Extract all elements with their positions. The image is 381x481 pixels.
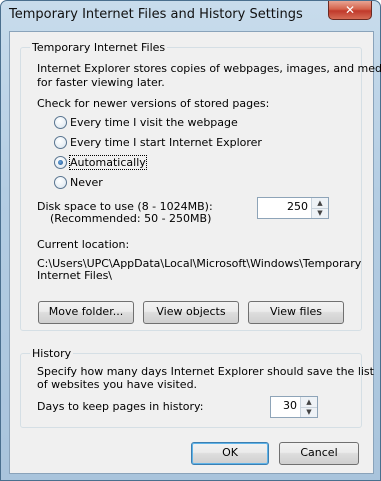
radio-automatically-label[interactable]: Automatically: [69, 155, 147, 170]
history-days-stepper[interactable]: 30 ▲ ▼: [270, 396, 318, 418]
check-newer-label: Check for newer versions of stored pages…: [37, 97, 270, 110]
history-description-line2: of websites you have visited.: [37, 378, 198, 391]
disk-space-recommended-label: (Recommended: 50 - 250MB): [50, 212, 212, 225]
disk-space-value[interactable]: 250: [287, 200, 308, 213]
disk-space-down-button[interactable]: ▼: [312, 208, 328, 218]
ok-button[interactable]: OK: [191, 442, 269, 465]
history-days-arrows: ▲ ▼: [300, 397, 317, 417]
history-days-value[interactable]: 30: [283, 399, 297, 412]
current-location-label: Current location:: [37, 238, 130, 251]
dialog-window: Temporary Internet Files and History Set…: [0, 0, 381, 481]
radio-every-visit[interactable]: [54, 116, 67, 129]
temp-files-description-line2: for faster viewing later.: [37, 76, 165, 89]
history-group-label: History: [30, 347, 74, 360]
chevron-up-icon: ▲: [317, 199, 323, 207]
title-bar[interactable]: Temporary Internet Files and History Set…: [1, 1, 380, 31]
close-icon: ✕: [344, 3, 356, 17]
move-folder-button-label: Move folder...: [48, 305, 124, 318]
temp-files-description-line1: Internet Explorer stores copies of webpa…: [37, 62, 381, 75]
ok-button-label: OK: [222, 446, 238, 459]
temp-files-group-label: Temporary Internet Files: [30, 41, 168, 54]
temp-files-group: [20, 47, 362, 331]
radio-every-start[interactable]: [54, 136, 67, 149]
disk-space-stepper[interactable]: 250 ▲ ▼: [257, 197, 329, 219]
window-title: Temporary Internet Files and History Set…: [9, 7, 303, 22]
view-files-button[interactable]: View files: [248, 301, 344, 324]
view-objects-button[interactable]: View objects: [143, 301, 239, 324]
chevron-down-icon: ▼: [306, 408, 312, 416]
history-days-label: Days to keep pages in history:: [37, 400, 204, 413]
current-location-path-line2: Internet Files\: [37, 269, 113, 282]
chevron-up-icon: ▲: [306, 398, 312, 406]
radio-never-label[interactable]: Never: [70, 176, 103, 189]
disk-space-arrows: ▲ ▼: [311, 198, 328, 218]
dialog-body: Temporary Internet Files Internet Explor…: [9, 31, 381, 474]
radio-every-visit-label[interactable]: Every time I visit the webpage: [70, 116, 238, 129]
move-folder-button[interactable]: Move folder...: [38, 301, 134, 324]
radio-every-start-label[interactable]: Every time I start Internet Explorer: [70, 136, 262, 149]
close-button[interactable]: ✕: [328, 1, 372, 20]
chevron-down-icon: ▼: [317, 209, 323, 217]
history-description-line1: Specify how many days Internet Explorer …: [37, 365, 374, 378]
radio-never[interactable]: [54, 176, 67, 189]
radio-automatically[interactable]: [54, 156, 67, 169]
view-files-button-label: View files: [269, 305, 323, 318]
history-days-down-button[interactable]: ▼: [301, 407, 317, 417]
cancel-button[interactable]: Cancel: [279, 442, 359, 465]
view-objects-button-label: View objects: [156, 305, 226, 318]
cancel-button-label: Cancel: [300, 446, 338, 459]
